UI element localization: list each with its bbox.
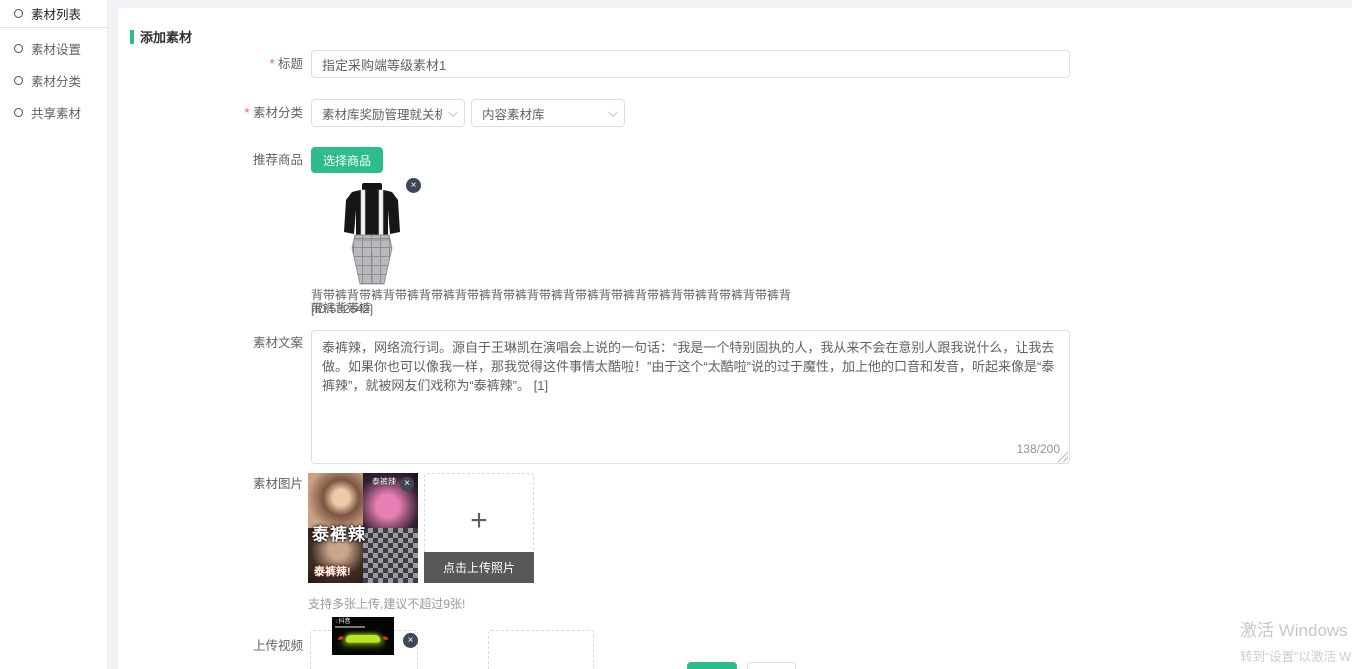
windows-activation-watermark: 激活 Windows 转到“设置”以激活 Win [1240,616,1352,665]
car-taillight-graphic [345,635,382,643]
sidebar: 素材列表 素材设置 素材分类 共享素材 [0,0,108,669]
product-label: 推荐商品 [118,153,303,167]
resize-handle-icon[interactable] [1058,452,1068,462]
watermark-line2: 转到“设置”以激活 Win [1240,646,1352,665]
copy-label: 素材文案 [118,336,303,350]
sidebar-item-material-list[interactable]: 素材列表 [0,0,107,28]
radio-circle-icon [14,76,23,85]
category-select-primary-value: 素材库奖励管理就关机拉了· [322,104,442,123]
video-label: 上传视频 [118,639,303,653]
sidebar-item-label: 素材设置 [31,39,81,58]
watermark-line1: 激活 Windows [1240,616,1352,641]
radio-circle-icon [14,108,23,117]
sidebar-item-label: 素材列表 [31,4,81,23]
images-label: 素材图片 [118,477,303,491]
category-label: 素材分类 [118,106,303,120]
tiktok-watermark-subline [335,626,365,628]
save-button[interactable] [687,662,737,669]
cancel-button[interactable] [747,662,796,669]
meme-photo-cell [363,528,418,583]
char-count: 138/200 [1017,442,1060,456]
panel-header: 添加素材 [130,27,192,46]
upload-video-box[interactable] [488,630,594,669]
title-label: 标题 [118,57,303,71]
meme-caption-big: 泰裤辣 [312,520,366,545]
overalls-product-graphic [322,180,422,290]
sidebar-item-label: 素材分类 [31,71,81,90]
chevron-down-icon [448,107,458,117]
remove-product-icon[interactable]: × [406,178,421,193]
tiktok-watermark: ♪抖音 [335,619,351,625]
select-product-button[interactable]: 选择商品 [311,147,383,173]
sidebar-item-label: 共享素材 [31,103,81,122]
plus-icon: + [425,504,533,538]
upload-photo-box[interactable]: + 点击上传照片 [424,473,534,583]
product-image [322,180,422,290]
video-thumbnail[interactable]: ♪抖音 [332,617,394,655]
title-input[interactable] [311,50,1070,78]
copy-textarea-wrapper: 泰裤辣，网络流行词。源自于王琳凯在演唱会上说的一句话：“我是一个特别固执的人，我… [311,330,1070,464]
category-select-primary[interactable]: 素材库奖励管理就关机拉了· [311,99,465,127]
material-image-thumbnail[interactable]: 泰裤辣 泰裤辣 泰裤辣! × [308,473,418,583]
remove-image-icon[interactable]: × [400,477,414,491]
images-hint: 支持多张上传,建议不超过9张! [308,595,465,612]
category-select-secondary[interactable]: 内容素材库 [471,99,625,127]
sidebar-item-shared-material[interactable]: 共享素材 [0,96,107,128]
radio-circle-icon [14,9,23,18]
category-select-secondary-value: 内容素材库 [482,104,602,123]
meme-caption-small: 泰裤辣 [372,476,396,487]
remove-video-icon[interactable]: × [403,633,418,648]
sidebar-item-material-category[interactable]: 素材分类 [0,64,107,96]
radio-circle-icon [14,44,23,53]
meme-caption-bottom: 泰裤辣! [314,563,351,579]
header-accent-bar [130,30,134,44]
add-material-panel: 添加素材 标题 素材分类 素材库奖励管理就关机拉了· 内容素材库 推荐商品 选择… [118,8,1352,669]
page-title: 添加素材 [140,27,192,46]
upload-photo-bar[interactable]: 点击上传照片 [424,552,534,583]
sidebar-item-material-settings[interactable]: 素材设置 [0,32,107,64]
product-name: 背带裤背带裤背带裤背带裤背带裤背带裤背带裤背带裤背带裤背带裤背带裤背带裤背带裤背… [311,289,801,315]
copy-textarea[interactable]: 泰裤辣，网络流行词。源自于王琳凯在演唱会上说的一句话：“我是一个特别固执的人，我… [311,330,1070,464]
chevron-down-icon [608,107,618,117]
product-id: [ID:532642] [311,302,373,316]
